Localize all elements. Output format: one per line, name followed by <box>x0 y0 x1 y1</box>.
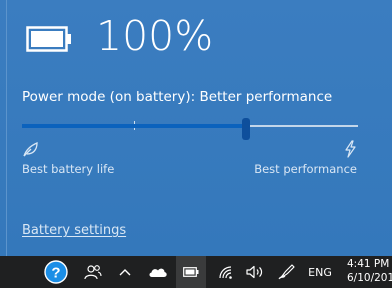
power-mode-slider[interactable] <box>22 118 358 140</box>
svg-text:?: ? <box>51 265 60 282</box>
chevron-up-icon <box>119 269 131 276</box>
people-icon <box>84 265 102 280</box>
battery-icon <box>183 267 199 277</box>
clock-time: 4:41 PM <box>347 258 390 270</box>
battery-flyout: 100% Power mode (on battery): Better per… <box>0 0 392 256</box>
show-hidden-icons-button[interactable] <box>114 256 136 288</box>
battery-tray-button[interactable] <box>176 256 206 288</box>
windows-ink-button[interactable] <box>274 256 300 288</box>
volume-icon <box>246 265 263 279</box>
clock-button[interactable]: 4:41 PM 6/10/2018 <box>344 257 392 287</box>
clock-date: 6/10/2018 <box>347 272 392 284</box>
battery-settings-link[interactable]: Battery settings <box>22 223 126 238</box>
flyout-edge-divider <box>6 0 7 256</box>
volume-button[interactable] <box>242 256 268 288</box>
performance-bolt-icon <box>345 140 356 158</box>
power-mode-label: Power mode (on battery): Better performa… <box>22 89 333 105</box>
best-battery-life-label: Best battery life <box>22 162 115 176</box>
taskbar: ? ENG 4:41 PM 6/10/201 <box>0 256 392 288</box>
pen-icon <box>278 264 295 280</box>
input-language-button[interactable]: ENG <box>304 256 336 288</box>
slider-thumb[interactable] <box>242 118 250 140</box>
wifi-icon <box>219 266 232 279</box>
battery-full-icon <box>26 26 71 52</box>
help-button[interactable]: ? <box>42 256 70 288</box>
people-button[interactable] <box>80 256 106 288</box>
help-icon: ? <box>44 260 68 284</box>
onedrive-cloud-icon <box>149 268 167 277</box>
battery-saver-leaf-icon <box>23 142 38 157</box>
best-performance-label: Best performance <box>254 162 357 176</box>
onedrive-button[interactable] <box>144 256 172 288</box>
slider-fill <box>22 124 246 128</box>
network-button[interactable] <box>214 256 238 288</box>
battery-percentage: 100% <box>96 12 214 60</box>
